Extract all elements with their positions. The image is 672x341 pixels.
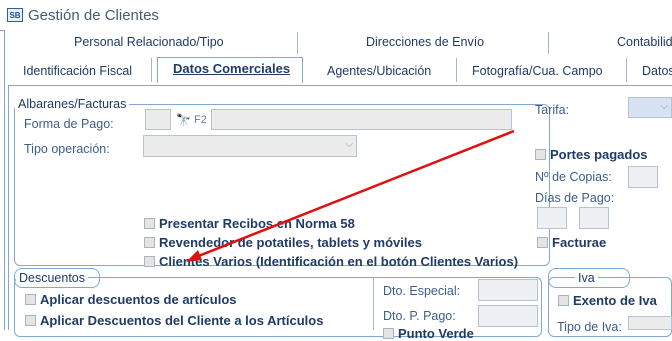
annotation-arrow bbox=[186, 129, 515, 262]
annotation-arrow-line bbox=[195, 129, 515, 259]
annotation-arrow-head bbox=[186, 250, 202, 262]
